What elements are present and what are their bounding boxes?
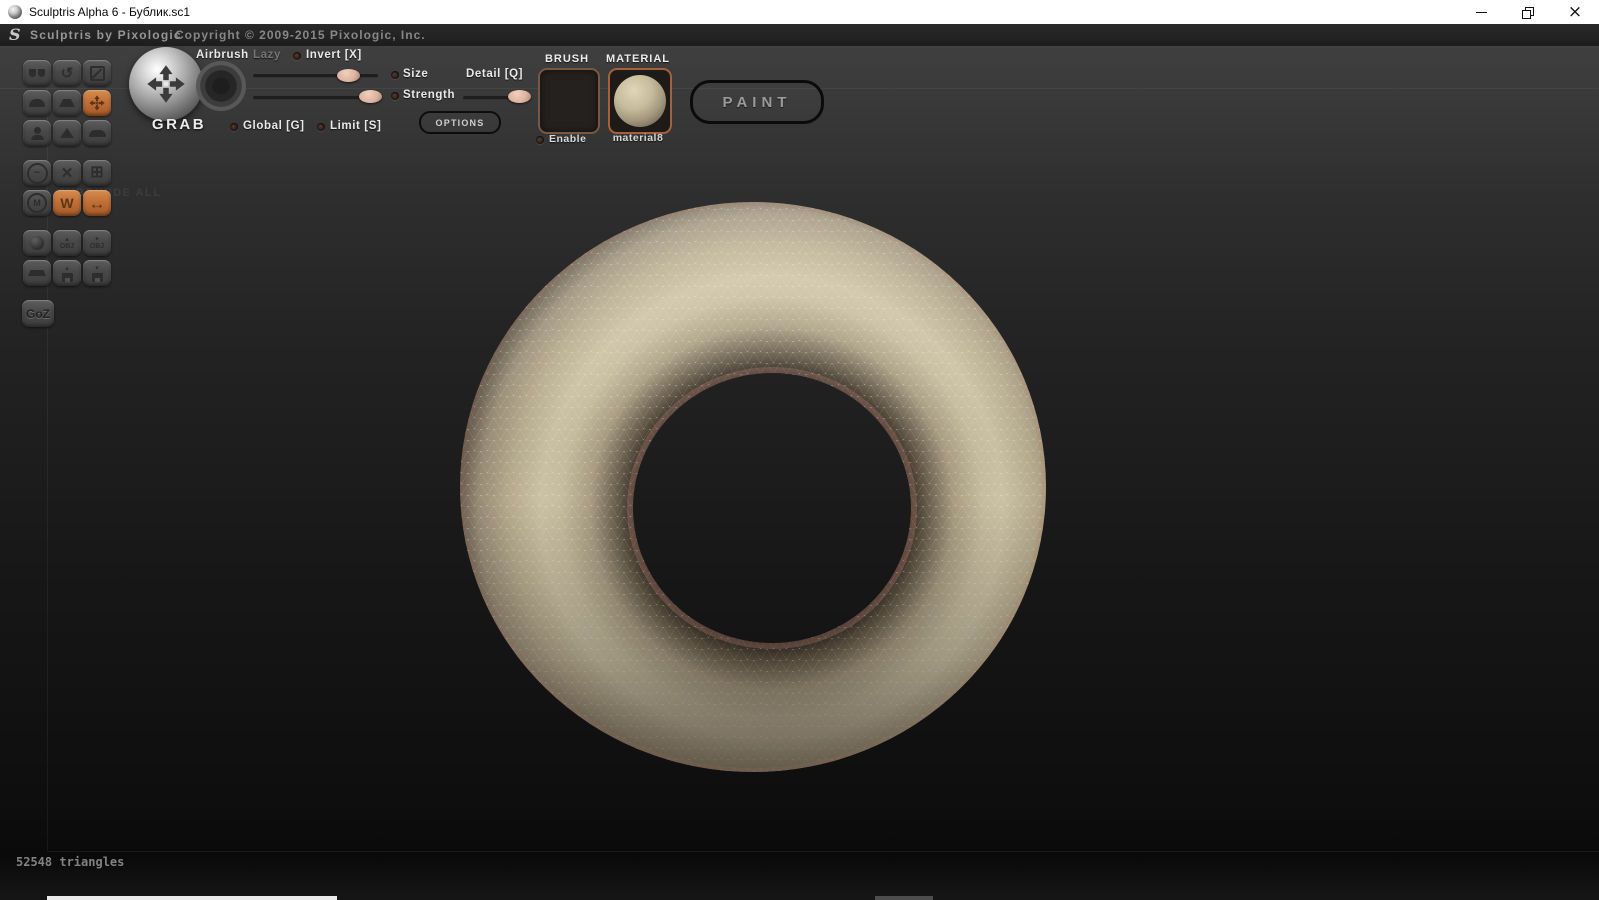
lazy-label: Lazy bbox=[253, 49, 281, 61]
reduce-brush-icon: ~ bbox=[26, 162, 48, 184]
size-label: Size bbox=[403, 68, 429, 80]
symmetry-button[interactable]: ↔ bbox=[83, 190, 111, 216]
reduce-selected-icon: × bbox=[61, 162, 73, 184]
import-obj-icon: ▴ OBJ bbox=[59, 236, 75, 250]
sculptris-window: Sculptris Alpha 6 - Бублик.sc1 × S Sculp… bbox=[0, 0, 1599, 900]
brush-section-label: BRUSH bbox=[544, 53, 590, 65]
tool-scale-button[interactable] bbox=[83, 60, 111, 86]
brand-text: Sculptris by Pixologic bbox=[30, 28, 182, 42]
mask-button[interactable]: M bbox=[23, 190, 51, 216]
invert-label: Invert [X] bbox=[306, 49, 362, 61]
pinch-icon bbox=[60, 128, 74, 138]
export-obj-button[interactable]: ▾ OBJ bbox=[83, 230, 111, 256]
smooth-icon bbox=[88, 129, 106, 137]
new-plane-button[interactable] bbox=[23, 260, 51, 286]
brush-enable-label: Enable bbox=[549, 133, 587, 145]
brush-preview-ring[interactable] bbox=[196, 61, 246, 111]
copyright-text: Copyright © 2009-2015 Pixologic, Inc. bbox=[175, 28, 426, 42]
save-file-icon: ▾ bbox=[91, 265, 103, 282]
open-file-button[interactable]: ▴ bbox=[53, 260, 81, 286]
taskbar-sliver-gray bbox=[875, 896, 933, 900]
save-file-button[interactable]: ▾ bbox=[83, 260, 111, 286]
flatten-icon bbox=[59, 99, 75, 107]
tool-pinch-button[interactable] bbox=[53, 120, 81, 146]
titlebar: Sculptris Alpha 6 - Бублик.sc1 × bbox=[0, 0, 1599, 24]
tool-flatten-button[interactable] bbox=[53, 90, 81, 116]
tool-rotate-button[interactable]: ↺ bbox=[53, 60, 81, 86]
close-icon: × bbox=[1567, 2, 1583, 22]
tool-inflate-button[interactable] bbox=[23, 120, 51, 146]
limit-label: Limit [S] bbox=[330, 120, 382, 132]
taskbar-sliver-white bbox=[47, 896, 337, 900]
scale-icon bbox=[89, 65, 105, 81]
sculptris-logo-icon: S bbox=[9, 25, 21, 44]
global-radio[interactable] bbox=[230, 123, 238, 131]
strength-slider-handle[interactable] bbox=[359, 90, 382, 103]
airbrush-label: Airbrush bbox=[196, 49, 249, 61]
material-name: material8 bbox=[612, 132, 664, 144]
paint-mode-button[interactable]: PAINT bbox=[690, 80, 824, 124]
window-title: Sculptris Alpha 6 - Бублик.sc1 bbox=[29, 5, 191, 19]
viewport-bottom-border bbox=[47, 851, 1599, 852]
grab-arrows-icon bbox=[147, 65, 185, 103]
plane-icon bbox=[28, 270, 46, 276]
strength-label: Strength bbox=[403, 89, 456, 101]
grab-arrows-icon bbox=[89, 95, 105, 111]
brand-bar: S Sculptris by Pixologic Copyright © 200… bbox=[0, 24, 1599, 46]
detail-label: Detail [Q] bbox=[466, 68, 524, 80]
brush-alpha-box[interactable] bbox=[538, 68, 600, 134]
reduce-selected-button[interactable]: × bbox=[53, 160, 81, 186]
draw-icon bbox=[29, 99, 45, 107]
app-icon bbox=[8, 5, 22, 19]
sphere-icon bbox=[30, 236, 44, 250]
open-file-icon: ▴ bbox=[61, 265, 73, 282]
triangle-count: 52548 triangles bbox=[16, 855, 125, 869]
material-box[interactable] bbox=[608, 68, 672, 134]
export-obj-icon: ▾ OBJ bbox=[89, 236, 105, 250]
tool-draw-button[interactable] bbox=[23, 90, 51, 116]
tool-smooth-button[interactable] bbox=[83, 120, 111, 146]
tool-grab-button[interactable] bbox=[83, 90, 111, 116]
size-slider-handle[interactable] bbox=[337, 69, 360, 82]
minimize-icon bbox=[1475, 11, 1487, 13]
material-section-label: MATERIAL bbox=[605, 53, 670, 65]
new-sphere-button[interactable] bbox=[23, 230, 51, 256]
strength-radio[interactable] bbox=[391, 92, 399, 100]
limit-radio[interactable] bbox=[317, 123, 325, 131]
active-tool-sphere[interactable] bbox=[129, 47, 203, 121]
inflate-icon bbox=[30, 126, 44, 140]
detail-slider-handle[interactable] bbox=[508, 90, 531, 103]
brush-enable-radio[interactable] bbox=[536, 136, 544, 144]
active-tool-name: GRAB bbox=[151, 116, 207, 133]
subdivide-all-button[interactable]: ⊞ bbox=[83, 160, 111, 186]
size-radio[interactable] bbox=[391, 71, 399, 79]
viewport-canvas[interactable] bbox=[47, 88, 1599, 851]
wireframe-icon: W bbox=[60, 195, 74, 211]
goz-button[interactable]: GoZ bbox=[22, 300, 54, 327]
restore-button[interactable] bbox=[1504, 0, 1550, 24]
restore-icon bbox=[1521, 6, 1534, 19]
options-button[interactable]: OPTIONS bbox=[419, 111, 501, 134]
crease-icon bbox=[29, 69, 45, 77]
symmetry-icon: ↔ bbox=[88, 193, 106, 213]
tool-crease-button[interactable] bbox=[23, 60, 51, 86]
invert-radio[interactable] bbox=[293, 52, 301, 60]
rotate-icon: ↺ bbox=[60, 64, 74, 82]
minimize-button[interactable] bbox=[1458, 0, 1504, 24]
import-obj-button[interactable]: ▴ OBJ bbox=[53, 230, 81, 256]
material-sphere-preview bbox=[614, 75, 666, 127]
mask-icon: M bbox=[27, 193, 47, 213]
reduce-brush-button[interactable]: ~ bbox=[23, 160, 51, 186]
global-label: Global [G] bbox=[243, 120, 305, 132]
wireframe-button[interactable]: W bbox=[53, 190, 81, 216]
subdivide-all-icon: ⊞ bbox=[90, 164, 104, 181]
close-button[interactable]: × bbox=[1551, 0, 1599, 24]
